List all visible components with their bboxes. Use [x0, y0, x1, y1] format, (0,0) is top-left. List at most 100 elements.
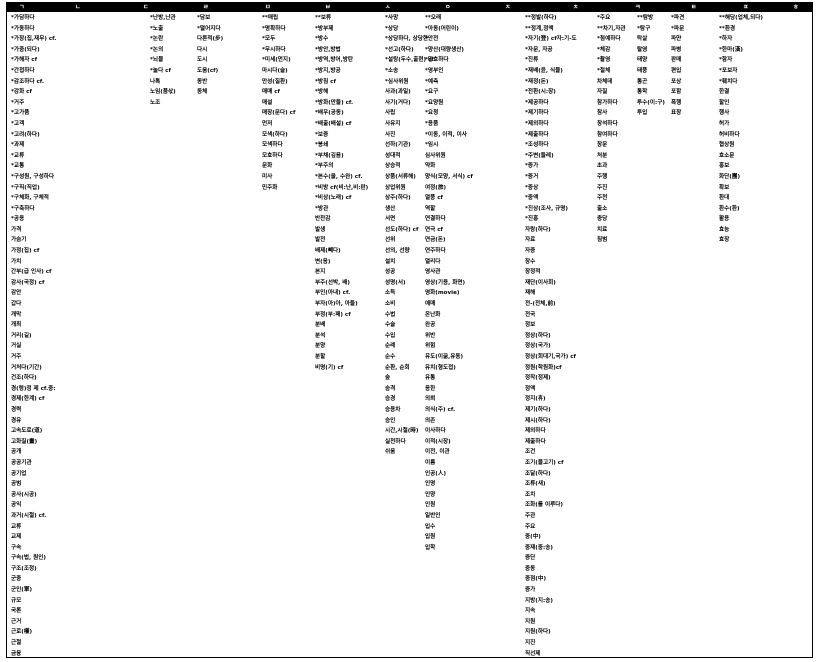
- word-entry: 연주하다: [425, 248, 446, 255]
- word-entry: *방화(만들) cf.: [315, 99, 354, 106]
- word-entry: 나톡: [150, 78, 161, 85]
- word-entry: *구체화, 구체적: [11, 195, 49, 202]
- word-entry: 정상(국가): [525, 343, 551, 350]
- word-entry: 포함: [671, 89, 682, 96]
- word-entry: *아동(어린이): [425, 25, 459, 32]
- word-entry: 제외하다: [525, 428, 546, 435]
- word-entry: 매장(문다) cf: [262, 110, 296, 117]
- word-entry: *주요: [597, 15, 611, 21]
- word-entry: *예측: [425, 78, 439, 85]
- word-entry: *가담하다: [11, 15, 35, 21]
- header-consonant: ㄱ: [19, 4, 25, 11]
- word-entry: 충당: [597, 216, 608, 223]
- word-entry: 금융: [11, 650, 22, 657]
- word-entry: *파견: [671, 15, 685, 21]
- word-entry: 심사위원: [425, 152, 446, 159]
- word-entry: *눌다 cf: [150, 67, 171, 74]
- word-entry: 참사: [597, 110, 608, 117]
- word-entry: 창석하다: [597, 120, 618, 127]
- word-entry: *떨어지다: [197, 25, 221, 32]
- word-entry: 모색(하다): [262, 131, 288, 138]
- word-entry: *구성원, 구성하다: [11, 173, 55, 180]
- word-entry: 가슴기: [11, 237, 27, 244]
- word-entry: 군중: [11, 576, 22, 583]
- word-entry: 정지(휴): [525, 396, 546, 403]
- word-column: *담보 *떨어지다 다른적(步) 다시 도시 도움(cf) 동반 동체: [197, 13, 223, 98]
- word-entry: 포상: [671, 78, 682, 85]
- word-entry: 경(령)정 제 cf.중:: [11, 385, 56, 392]
- word-entry: *명확하다: [262, 25, 286, 32]
- word-entry: 다른적(步): [197, 36, 224, 43]
- word-entry: 허가: [719, 120, 730, 127]
- word-entry: 예매: [425, 301, 436, 308]
- word-entry: 공개: [11, 449, 22, 456]
- word-column: **탐방 *탐구 탁살 탈영 태양 태풍 통곤 통학 투수(이:구) 투입: [637, 13, 665, 119]
- word-entry: 자질: [597, 89, 608, 96]
- word-entry: 정상(회대기,국가) cf: [525, 354, 576, 360]
- word-entry: *방역,방어,방탄: [315, 57, 354, 64]
- word-entry: 이전, 이관: [425, 449, 450, 456]
- word-entry: *방해: [315, 89, 329, 96]
- word-entry: 출소: [597, 205, 608, 212]
- word-entry: 여정(旅): [425, 184, 446, 191]
- word-entry: 침범: [597, 237, 608, 244]
- word-column: **매립 *명확하다 *모두 *무시하다 *미세(먼지) 마시다(술) 만성(질환) 매매 c…: [262, 13, 295, 193]
- word-entry: 중동: [525, 565, 536, 572]
- word-entry: *가해자 cf: [11, 57, 38, 64]
- word-entry: 파먄: [671, 36, 682, 43]
- word-entry: *봉쇄: [315, 142, 329, 149]
- word-entry: 온난화: [425, 311, 441, 318]
- word-entry: 치료: [597, 226, 608, 233]
- word-column: **해당(업체,되다) **환경 *하자 *한마(漢) *함자 *포보자 *훼치다 한결 할인 행…: [719, 13, 763, 246]
- word-entry: 정보: [525, 322, 536, 329]
- word-entry: 장수: [525, 258, 536, 265]
- word-entry: 발생: [315, 226, 326, 233]
- word-entry: 의뢰: [425, 396, 436, 403]
- word-entry: 직선제: [525, 650, 541, 657]
- word-entry: *체감: [597, 46, 611, 53]
- word-entry: *포보자: [719, 67, 738, 74]
- word-entry: 처분: [597, 152, 608, 159]
- header-consonant: ㅇ: [445, 4, 451, 11]
- word-entry: 변(응): [315, 258, 331, 265]
- word-entry: 한결: [719, 89, 730, 96]
- word-entry: 입원: [425, 534, 436, 541]
- word-entry: 부정(부:패) cf: [315, 311, 351, 318]
- word-entry: *공용: [11, 216, 25, 223]
- header-consonant: ㅈ: [505, 4, 511, 11]
- word-entry: 도시: [197, 57, 208, 64]
- word-entry: 구속(법, 원인): [11, 555, 46, 562]
- word-entry: 반찬감: [315, 216, 331, 223]
- header-consonant: ㅅ: [385, 4, 391, 11]
- word-entry: *부채(깊음): [315, 152, 344, 159]
- word-entry: 조치: [525, 491, 536, 498]
- word-entry: 만성(질환): [262, 78, 288, 85]
- word-entry: 고속도로(道): [11, 428, 43, 435]
- word-entry: *구축하다: [11, 205, 35, 212]
- word-entry: 분배: [315, 322, 326, 329]
- header-consonant: ㄴ: [75, 4, 81, 11]
- word-entry: *이동, 이적, 이사: [425, 131, 467, 138]
- word-entry: 조화(를 이루다): [525, 502, 563, 509]
- word-entry: *중액: [525, 195, 539, 202]
- word-entry: 정원(학원화)cf: [525, 364, 562, 371]
- word-entry: 효능: [719, 226, 730, 233]
- word-entry: **오래: [425, 15, 442, 21]
- word-entry: *제출하다: [525, 131, 549, 138]
- word-entry: 제시(하다): [525, 417, 551, 424]
- word-entry: *안전: [425, 36, 439, 43]
- word-entry: 간부(급 인사) cf: [11, 269, 52, 276]
- word-entry: *재정(돈): [525, 78, 549, 85]
- word-entry: 초과: [597, 163, 608, 170]
- word-entry: 제기(하다): [525, 406, 551, 413]
- word-entry: *파문: [671, 25, 685, 32]
- word-entry: **환경: [719, 25, 736, 32]
- word-entry: *배우(공동): [315, 110, 344, 117]
- word-entry: 영사관: [425, 269, 441, 276]
- word-entry: 경력: [11, 406, 22, 413]
- word-entry: 근거: [11, 618, 22, 625]
- word-entry: 감안: [11, 290, 22, 297]
- word-entry: 모색하다: [262, 142, 283, 149]
- word-entry: 의존: [425, 417, 436, 424]
- word-entry: 유치(형도접): [425, 364, 456, 371]
